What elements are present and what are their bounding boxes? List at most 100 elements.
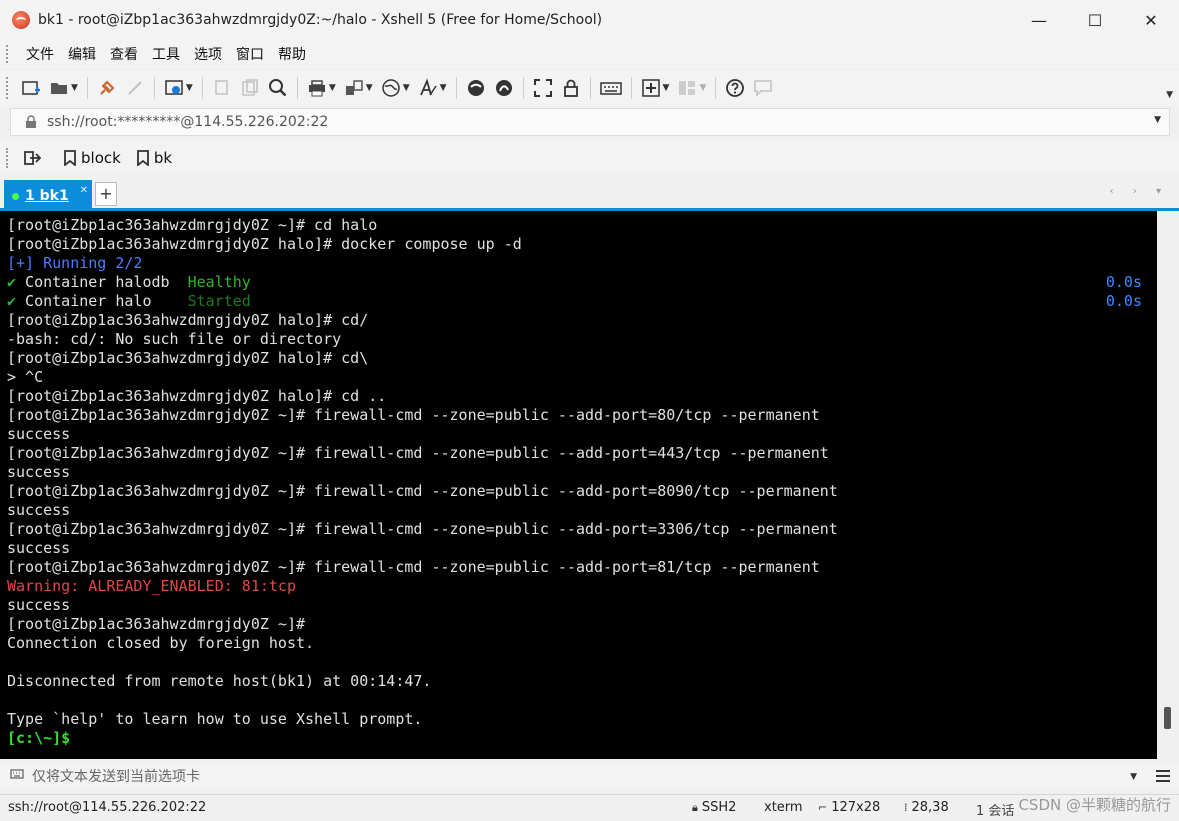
- help-button[interactable]: [721, 74, 749, 102]
- check-icon: ✔: [7, 273, 17, 291]
- link-open-session-button[interactable]: [23, 149, 48, 167]
- maximize-button[interactable]: ☐: [1067, 0, 1123, 40]
- chevron-down-icon[interactable]: ▼: [403, 83, 410, 93]
- address-input[interactable]: ssh://root:*********@114.55.226.202:22: [47, 114, 328, 130]
- properties-button[interactable]: ▼: [160, 74, 197, 102]
- toolbar-separator: [296, 77, 298, 99]
- menu-options[interactable]: 选项: [187, 44, 229, 64]
- terminal-line: Disconnected from remote host(bk1) at 00…: [7, 672, 432, 690]
- font-icon: [419, 78, 437, 96]
- terminal-line: Warning: ALREADY_ENABLED: 81:tcp: [7, 577, 296, 595]
- close-button[interactable]: ✕: [1123, 0, 1179, 40]
- tab-close-icon[interactable]: ✕: [80, 185, 88, 196]
- keyboard-button[interactable]: [596, 74, 626, 102]
- copy-button[interactable]: [208, 74, 236, 102]
- menu-help[interactable]: 帮助: [271, 44, 313, 64]
- chevron-down-icon[interactable]: ▼: [1154, 115, 1161, 125]
- check-icon: ✔: [7, 292, 17, 310]
- paste-button[interactable]: [236, 74, 264, 102]
- terminal-scrollbar[interactable]: [1157, 211, 1179, 759]
- chat-button[interactable]: [749, 74, 777, 102]
- menu-icon[interactable]: [1155, 769, 1171, 787]
- add-tab-button[interactable]: +: [95, 182, 117, 206]
- link-bk[interactable]: bk: [136, 149, 172, 167]
- status-cursor-label: 28,38: [911, 800, 949, 815]
- transfer-button[interactable]: ▼: [340, 74, 377, 102]
- copy-icon: [215, 80, 228, 95]
- new-tab-button[interactable]: ▼: [637, 74, 674, 102]
- open-session-button[interactable]: ▼: [45, 74, 82, 102]
- chevron-down-icon[interactable]: ▼: [329, 83, 336, 93]
- terminal-line: success: [7, 425, 71, 443]
- compose-bar[interactable]: 仅将文本发送到当前选项卡 ▼: [0, 762, 1179, 790]
- fullscreen-icon: [533, 79, 552, 97]
- chevron-down-icon[interactable]: ▼: [366, 83, 373, 93]
- tab-strip: 1 bk1 ✕ + ‹ › ▾: [0, 180, 1179, 210]
- layout-button[interactable]: ▼: [673, 74, 710, 102]
- chevron-down-icon[interactable]: ▼: [71, 83, 78, 93]
- container-time: 0.0s: [1105, 273, 1142, 291]
- toolbar-grip[interactable]: [6, 77, 11, 99]
- chevron-down-icon[interactable]: ▼: [186, 83, 193, 93]
- chevron-down-icon[interactable]: ▼: [699, 83, 706, 93]
- terminal-line: [root@iZbp1ac363ahwzdmrgjdy0Z halo]# cd …: [7, 387, 387, 405]
- link-block[interactable]: block: [64, 149, 121, 167]
- container-time: 0.0s: [1105, 292, 1142, 310]
- new-session-icon: [22, 81, 40, 95]
- arrow-into-icon: [24, 151, 42, 165]
- script-button[interactable]: ▼: [377, 74, 414, 102]
- find-button[interactable]: [264, 74, 292, 102]
- paste-icon: [242, 79, 258, 96]
- toolbar-overflow-icon[interactable]: ▼: [1166, 90, 1173, 100]
- toolbar-separator: [589, 77, 591, 99]
- toolbar-separator: [522, 77, 524, 99]
- links-bar: block bk: [0, 142, 1179, 174]
- menu-tools[interactable]: 工具: [145, 44, 187, 64]
- menu-window[interactable]: 窗口: [229, 44, 271, 64]
- help-icon: [726, 79, 745, 97]
- bookmark-icon: [64, 150, 76, 166]
- tab-nav-icons[interactable]: ‹ › ▾: [1110, 186, 1169, 197]
- menu-edit[interactable]: 编辑: [61, 44, 103, 64]
- status-protocol: 🔒︎ SSH2: [692, 800, 736, 815]
- menu-bar: 文件 编辑 查看 工具 选项 窗口 帮助: [0, 40, 1179, 68]
- new-session-button[interactable]: [17, 74, 45, 102]
- links-grip[interactable]: [6, 148, 11, 168]
- compose-input[interactable]: 仅将文本发送到当前选项卡: [32, 766, 200, 786]
- toolbar-separator: [630, 77, 632, 99]
- menu-file[interactable]: 文件: [19, 44, 61, 64]
- address-bar[interactable]: ssh://root:*********@114.55.226.202:22 ▼: [10, 108, 1170, 136]
- chevron-down-icon[interactable]: ▼: [440, 83, 447, 93]
- terminal-area[interactable]: [root@iZbp1ac363ahwzdmrgjdy0Z ~]# cd hal…: [0, 211, 1157, 759]
- menu-grip[interactable]: [6, 45, 11, 63]
- print-button[interactable]: ▼: [303, 74, 340, 102]
- xftp-icon: [467, 80, 484, 96]
- reconnect-button[interactable]: [93, 74, 121, 102]
- status-terminal-type: xterm: [764, 800, 803, 815]
- folder-open-icon: [51, 83, 67, 94]
- terminal-line: success: [7, 501, 71, 519]
- layout-icon: [679, 81, 696, 95]
- xshell-app-icon[interactable]: [12, 11, 30, 29]
- toolbar: ▼ ▼ ▼ ▼ ▼ ▼ ▼ ▼ ▼: [0, 70, 1179, 106]
- chevron-down-icon[interactable]: ▼: [663, 83, 670, 93]
- chevron-down-icon[interactable]: ▼: [1130, 772, 1137, 782]
- terminal-line: [root@iZbp1ac363ahwzdmrgjdy0Z ~]# firewa…: [7, 520, 838, 538]
- terminal-line: [root@iZbp1ac363ahwzdmrgjdy0Z ~]# firewa…: [7, 558, 820, 576]
- toolbar-separator: [86, 77, 88, 99]
- xftp-button[interactable]: [462, 74, 490, 102]
- lock-button[interactable]: [557, 74, 585, 102]
- toolbar-separator: [715, 77, 717, 99]
- scrollbar-thumb[interactable]: [1164, 707, 1171, 729]
- toolbar-separator: [455, 77, 457, 99]
- plug-icon: [100, 80, 115, 95]
- status-connection: ssh://root@114.55.226.202:22: [8, 800, 207, 815]
- font-button[interactable]: ▼: [414, 74, 451, 102]
- menu-view[interactable]: 查看: [103, 44, 145, 64]
- tab-bk1[interactable]: 1 bk1 ✕: [4, 180, 92, 210]
- disconnect-button[interactable]: [121, 74, 149, 102]
- terminal-line: success: [7, 539, 71, 557]
- xmanager-button[interactable]: [490, 74, 518, 102]
- fullscreen-button[interactable]: [529, 74, 557, 102]
- minimize-button[interactable]: —: [1011, 0, 1067, 40]
